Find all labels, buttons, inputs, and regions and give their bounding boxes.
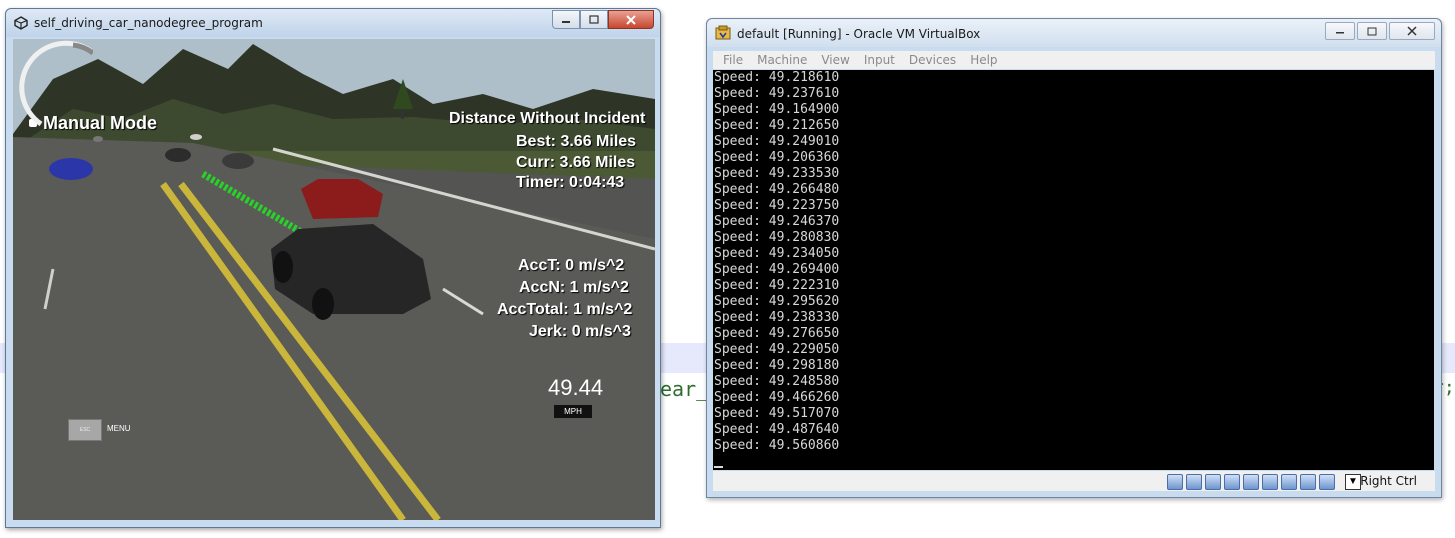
mouse-integration-icon[interactable]	[1319, 474, 1335, 490]
keyboard-capture-icon[interactable]: ▼	[1345, 474, 1361, 490]
maximize-button[interactable]	[580, 10, 608, 29]
jerk: Jerk: 0 m/s^3	[529, 323, 631, 340]
simulator-window: self_driving_car_nanodegree_program Manu…	[5, 8, 661, 528]
display-icon[interactable]	[1262, 474, 1278, 490]
console-line: Speed: 49.234050	[714, 246, 840, 261]
console-line: Speed: 49.206360	[714, 150, 840, 165]
virtualbox-title: default [Running] - Oracle VM VirtualBox	[737, 27, 981, 41]
simulator-titlebar[interactable]: self_driving_car_nanodegree_program	[6, 9, 660, 37]
shared-folders-icon[interactable]	[1243, 474, 1259, 490]
acc-tangential: AccT: 0 m/s^2	[518, 257, 625, 274]
console-line: Speed: 49.266480	[714, 182, 840, 197]
console-line: Speed: 49.249010	[714, 134, 840, 149]
optical-drive-icon[interactable]	[1186, 474, 1202, 490]
simulator-title: self_driving_car_nanodegree_program	[34, 16, 263, 30]
console-line: Speed: 49.248580	[714, 374, 840, 389]
recording-icon[interactable]	[1281, 474, 1297, 490]
esc-button[interactable]: ESC	[68, 419, 102, 441]
vbox-close-button[interactable]	[1389, 22, 1435, 40]
console-line: Speed: 49.280830	[714, 230, 840, 245]
console-line: Speed: 49.218610	[714, 70, 840, 85]
speed-value: 49.44	[548, 375, 604, 400]
console-line: Speed: 49.212650	[714, 118, 840, 133]
menu-help[interactable]: Help	[970, 53, 997, 67]
console-line: Speed: 49.233530	[714, 166, 840, 181]
unity-icon	[14, 16, 28, 30]
console-line: Speed: 49.223750	[714, 198, 840, 213]
console-cursor	[714, 466, 723, 468]
background-code-fragment: ear_	[660, 377, 709, 401]
close-icon	[1407, 26, 1417, 36]
distance-title: Distance Without Incident	[449, 110, 646, 127]
timer: Timer: 0:04:43	[516, 174, 625, 191]
close-button[interactable]	[608, 10, 654, 29]
minimize-button[interactable]	[552, 10, 580, 29]
close-icon	[626, 14, 636, 25]
usb-icon[interactable]	[1224, 474, 1240, 490]
console-line: Speed: 49.298180	[714, 358, 840, 373]
minimize-icon	[1336, 32, 1344, 34]
speed-unit: MPH	[554, 405, 592, 418]
virtualbox-titlebar[interactable]: default [Running] - Oracle VM VirtualBox	[707, 19, 1441, 47]
console-line: Speed: 49.238330	[714, 310, 840, 325]
console-line: Speed: 49.295620	[714, 294, 840, 309]
console-line: Speed: 49.276650	[714, 326, 840, 341]
menu-machine[interactable]: Machine	[757, 53, 807, 67]
menu-devices[interactable]: Devices	[909, 53, 956, 67]
console-line: Speed: 49.517070	[714, 406, 840, 421]
console-line: Speed: 49.229050	[714, 342, 840, 357]
virtualbox-window: default [Running] - Oracle VM VirtualBox…	[706, 18, 1442, 498]
menu-label: MENU	[107, 424, 131, 433]
console-line: Speed: 49.269400	[714, 262, 840, 277]
minimize-icon	[562, 20, 570, 23]
current-distance: Curr: 3.66 Miles	[516, 154, 636, 171]
vbox-minimize-button[interactable]	[1325, 22, 1355, 40]
console-line: Speed: 49.466260	[714, 390, 840, 405]
console-line: Speed: 49.487640	[714, 422, 840, 437]
simulator-viewport[interactable]: Manual Mode Distance Without Incident Be…	[13, 39, 655, 520]
menu-input[interactable]: Input	[864, 53, 895, 67]
virtualbox-icon	[715, 25, 731, 40]
cpu-icon[interactable]	[1300, 474, 1316, 490]
console-line: Speed: 49.164900	[714, 102, 840, 117]
guest-console[interactable]: Speed: 49.218610 Speed: 49.237610 Speed:…	[713, 70, 1434, 470]
console-line: Speed: 49.560860	[714, 438, 840, 453]
acc-normal: AccN: 1 m/s^2	[519, 279, 629, 296]
menu-file[interactable]: File	[723, 53, 743, 67]
vbox-menubar: File Machine View Input Devices Help	[713, 51, 1435, 69]
network-icon[interactable]	[1205, 474, 1221, 490]
vbox-restore-button[interactable]	[1357, 22, 1387, 40]
console-line: Speed: 49.237610	[714, 86, 840, 101]
host-key-label: Right Ctrl	[1360, 474, 1417, 488]
vbox-statusbar: ▼ Right Ctrl	[713, 471, 1435, 491]
hard-disk-icon[interactable]	[1167, 474, 1183, 490]
acc-total: AccTotal: 1 m/s^2	[497, 301, 633, 318]
speedometer-gauge	[19, 40, 93, 127]
console-line: Speed: 49.246370	[714, 214, 840, 229]
maximize-icon	[589, 15, 599, 24]
menu-view[interactable]: View	[821, 53, 849, 67]
best-distance: Best: 3.66 Miles	[516, 133, 637, 150]
restore-icon	[1367, 27, 1377, 35]
console-line: Speed: 49.222310	[714, 278, 840, 293]
